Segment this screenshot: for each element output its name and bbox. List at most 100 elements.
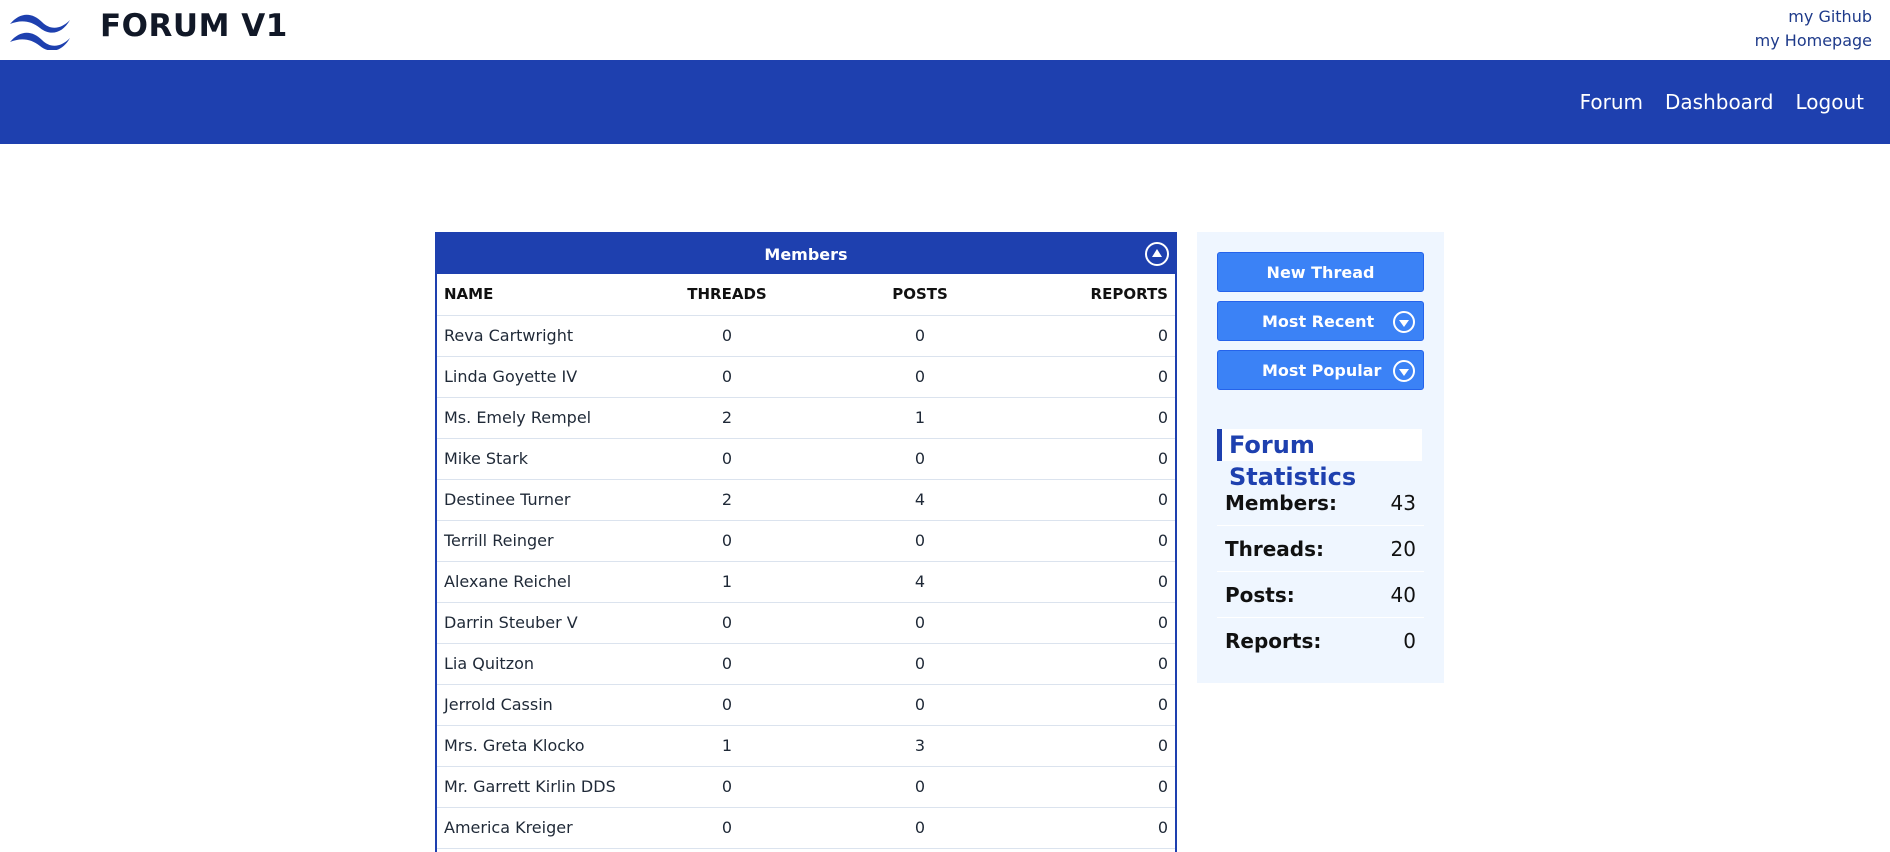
chevron-down-icon	[1393, 360, 1415, 382]
stat-value: 43	[1390, 490, 1416, 515]
stat-label: Members:	[1225, 490, 1337, 515]
member-name: Mike Stark	[437, 438, 637, 480]
brand-title[interactable]: FORUM V1	[100, 8, 288, 44]
stat-row-members: Members: 43	[1217, 480, 1424, 526]
new-thread-label: New Thread	[1266, 262, 1375, 282]
member-posts: 4	[817, 479, 1023, 521]
table-row: Terrill Reinger 0 0 0	[437, 520, 1175, 562]
stat-row-threads: Threads: 20	[1217, 526, 1424, 572]
member-reports: 0	[1023, 684, 1175, 726]
member-reports: 0	[1023, 397, 1175, 439]
most-recent-button[interactable]: Most Recent	[1217, 301, 1424, 341]
github-link[interactable]: my Github	[1755, 5, 1872, 29]
member-posts: 0	[817, 766, 1023, 808]
member-threads: 0	[637, 438, 817, 480]
external-links: my Github my Homepage	[1755, 5, 1872, 53]
member-posts: 0	[817, 602, 1023, 644]
member-threads: 0	[637, 807, 817, 849]
stat-value: 40	[1390, 582, 1416, 607]
member-name: Mrs. Greta Klocko	[437, 725, 637, 767]
member-reports: 0	[1023, 766, 1175, 808]
member-name: Lia Quitzon	[437, 643, 637, 685]
nav-forum-link[interactable]: Forum	[1580, 90, 1643, 114]
top-bar: FORUM V1 my Github my Homepage	[0, 0, 1890, 60]
table-row: Darrin Steuber V000	[437, 602, 1175, 644]
member-name: Reva Cartwright	[437, 315, 637, 357]
most-popular-label: Most Popular	[1262, 360, 1382, 380]
member-threads: 0	[637, 315, 817, 357]
member-name: Terrill Reinger	[437, 520, 637, 562]
member-threads: 0	[637, 602, 817, 644]
member-posts: 0	[817, 807, 1023, 849]
collapse-up-icon[interactable]	[1145, 242, 1169, 266]
member-reports: 0	[1023, 807, 1175, 849]
member-name: Darrin Steuber V	[437, 602, 637, 644]
member-threads: 2	[637, 397, 817, 439]
member-threads: 0	[637, 643, 817, 685]
stat-label: Posts:	[1225, 582, 1295, 607]
table-row: Mr. Garrett Kirlin DDS 0 0 0	[437, 766, 1175, 808]
new-thread-button[interactable]: New Thread	[1217, 252, 1424, 292]
members-header: Members	[437, 234, 1175, 274]
table-row: Reva Cartwright 0 0 0	[437, 315, 1175, 357]
nav-dashboard-link[interactable]: Dashboard	[1665, 90, 1774, 114]
table-row: Linda Goyette IV 0 0 0	[437, 356, 1175, 398]
table-row: Alexane Reichel 1 4 0	[437, 561, 1175, 603]
member-name: Mr. Garrett Kirlin DDS	[437, 766, 637, 808]
forum-statistics-title: Forum Statistics	[1217, 429, 1422, 491]
table-row: Lia Quitzon 0 0 0	[437, 643, 1175, 685]
member-posts: 4	[817, 561, 1023, 603]
member-threads: 2	[637, 479, 817, 521]
member-reports: 0	[1023, 356, 1175, 398]
member-posts: 0	[817, 520, 1023, 562]
member-posts: 0	[817, 356, 1023, 398]
member-name: Linda Goyette IV	[437, 356, 637, 398]
member-name: Destinee Turner	[437, 479, 637, 521]
table-row: Jerrold Cassin 0 0 0	[437, 684, 1175, 726]
column-header-reports: REPORTS	[1023, 274, 1175, 316]
table-row: Ms. Emely Rempel 2 1 0	[437, 397, 1175, 439]
member-reports: 0	[1023, 479, 1175, 521]
member-reports: 0	[1023, 315, 1175, 357]
nav-links: Forum Dashboard Logout	[1580, 60, 1864, 144]
stat-row-posts: Posts: 40	[1217, 572, 1424, 618]
member-reports: 0	[1023, 602, 1175, 644]
table-row: Destinee Turner 2 4 0	[437, 479, 1175, 521]
nav-logout-link[interactable]: Logout	[1796, 90, 1864, 114]
member-posts: 0	[817, 684, 1023, 726]
member-posts: 0	[817, 643, 1023, 685]
member-threads: 0	[637, 766, 817, 808]
member-threads: 0	[637, 520, 817, 562]
member-threads: 1	[637, 725, 817, 767]
members-title: Members	[764, 244, 848, 264]
member-reports: 0	[1023, 725, 1175, 767]
member-posts: 0	[817, 315, 1023, 357]
most-recent-label: Most Recent	[1262, 311, 1375, 331]
member-reports: 0	[1023, 561, 1175, 603]
column-header-threads: THREADS	[637, 274, 817, 316]
homepage-link[interactable]: my Homepage	[1755, 29, 1872, 53]
nav-bar: Forum Dashboard Logout	[0, 60, 1890, 144]
stat-value: 20	[1390, 536, 1416, 561]
chevron-down-icon	[1393, 311, 1415, 333]
most-popular-button[interactable]: Most Popular	[1217, 350, 1424, 390]
members-panel: Members NAME THREADS POSTS REPORTS Reva …	[435, 232, 1177, 852]
member-threads: 0	[637, 684, 817, 726]
member-threads: 1	[637, 561, 817, 603]
logo-wave-icon[interactable]	[8, 8, 74, 50]
table-header-row: NAME THREADS POSTS REPORTS	[437, 274, 1175, 316]
member-name: Alexane Reichel	[437, 561, 637, 603]
table-row: America Kreiger 0 0 0	[437, 807, 1175, 849]
member-reports: 0	[1023, 438, 1175, 480]
stat-label: Reports:	[1225, 629, 1322, 653]
member-name: America Kreiger	[437, 807, 637, 849]
stat-value: 0	[1403, 629, 1416, 653]
members-table: NAME THREADS POSTS REPORTS Reva Cartwrig…	[437, 274, 1175, 849]
member-posts: 0	[817, 438, 1023, 480]
table-row: Mike Stark 0 0 0	[437, 438, 1175, 480]
table-row: Mrs. Greta Klocko 1 3 0	[437, 725, 1175, 767]
member-reports: 0	[1023, 643, 1175, 685]
stat-label: Threads:	[1225, 536, 1325, 561]
member-reports: 0	[1023, 520, 1175, 562]
column-header-name: NAME	[437, 274, 637, 316]
